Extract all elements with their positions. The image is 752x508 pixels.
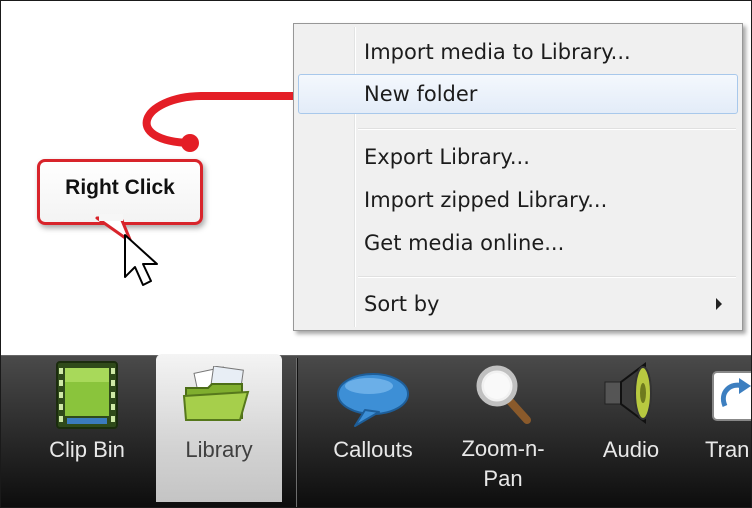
transitions-tab[interactable]: Tran (695, 356, 751, 506)
mouse-cursor-icon (124, 234, 158, 286)
tool-label: Callouts (333, 437, 413, 462)
tool-label: Clip Bin (49, 437, 125, 462)
zoom-n-pan-tab[interactable]: Zoom-n-Pan (441, 356, 565, 506)
menu-separator (358, 276, 736, 278)
app-window: Right Click Import media to Library... N… (0, 0, 752, 508)
clip-bin-tab[interactable]: Clip Bin (23, 356, 151, 506)
menu-item-label: Export Library... (364, 145, 530, 169)
speaker-icon (604, 362, 652, 424)
menu-item-export-library[interactable]: Export Library... (298, 137, 738, 177)
context-menu: Import media to Library... New folder Ex… (293, 23, 743, 331)
menu-item-new-folder[interactable]: New folder (298, 74, 738, 114)
menu-separator (358, 128, 736, 130)
menu-gutter (354, 27, 356, 327)
submenu-arrow-icon (716, 298, 722, 310)
tool-label: Library (185, 437, 253, 462)
menu-item-label: Import media to Library... (364, 40, 631, 64)
tool-label: Tran (705, 437, 750, 462)
library-tab[interactable]: Library (156, 354, 282, 502)
menu-item-label: Sort by (364, 292, 440, 316)
magnifier-icon (476, 365, 531, 424)
speech-bubble-icon (337, 373, 409, 427)
folder-icon (182, 366, 250, 421)
tool-label: Audio (602, 437, 660, 462)
menu-item-label: Import zipped Library... (364, 188, 608, 212)
callouts-tab[interactable]: Callouts (313, 356, 433, 506)
menu-item-label: Get media online... (364, 231, 565, 255)
menu-item-import-media[interactable]: Import media to Library... (298, 32, 738, 72)
menu-item-get-media-online[interactable]: Get media online... (298, 223, 738, 263)
menu-item-label: New folder (364, 82, 478, 106)
callout-text: Right Click (65, 176, 175, 199)
menu-item-sort-by[interactable]: Sort by (298, 284, 738, 324)
menu-item-import-zipped-library[interactable]: Import zipped Library... (298, 180, 738, 220)
transition-icon (712, 371, 751, 421)
tool-label: Zoom-n-Pan (461, 436, 545, 491)
toolbar-divider (296, 358, 298, 507)
task-toolbar: Clip Bin Library Callouts Zoom-n-Pan Aud… (1, 354, 751, 507)
film-strip-icon (56, 361, 118, 429)
audio-tab[interactable]: Audio (579, 356, 683, 506)
